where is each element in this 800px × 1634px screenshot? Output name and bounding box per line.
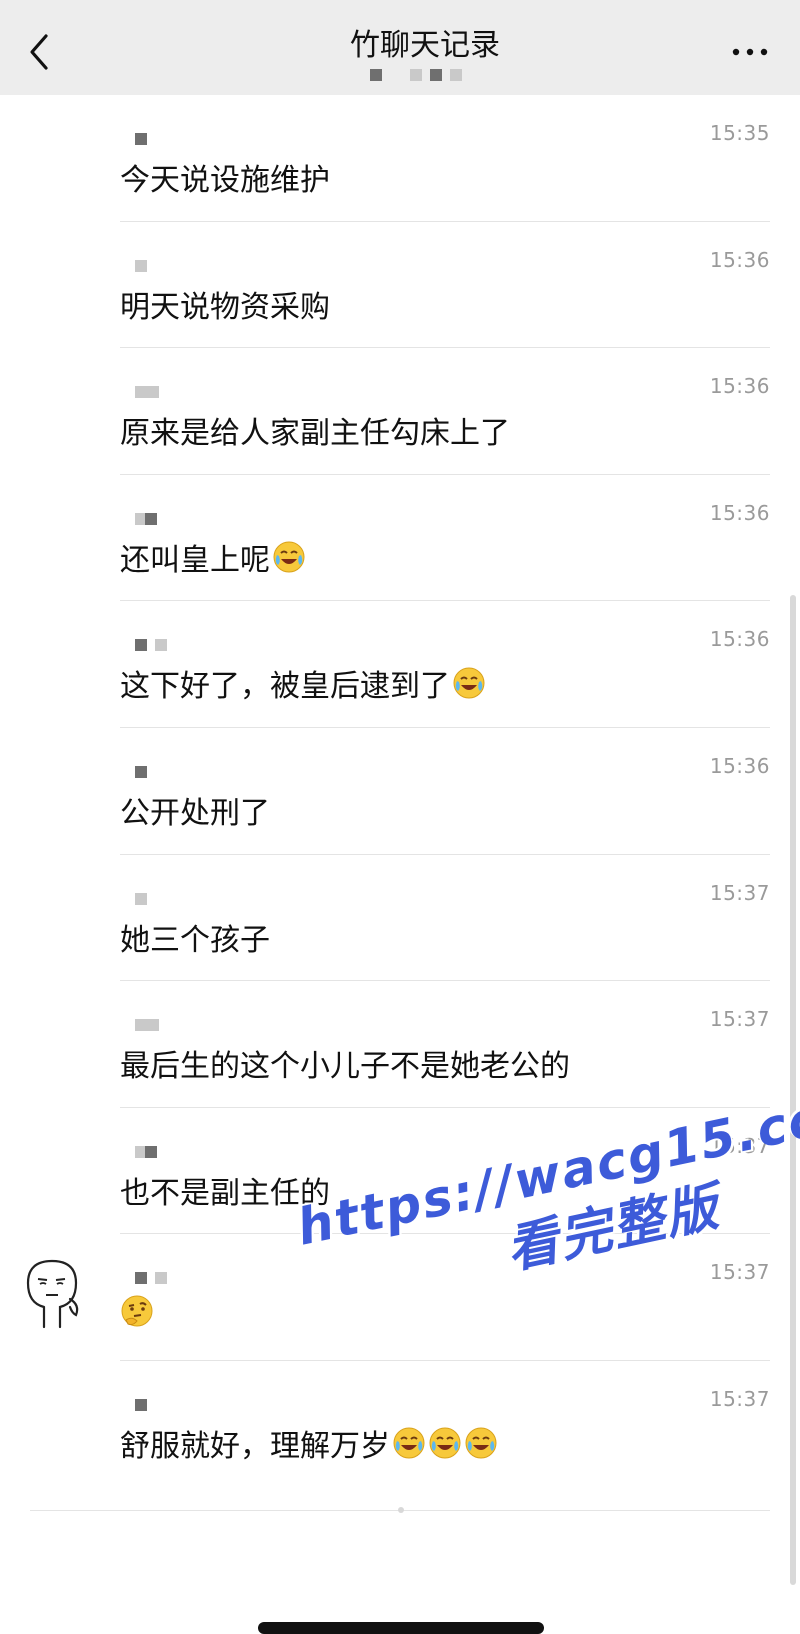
chat-message[interactable]: 15:36 公开处刑了 (0, 728, 800, 855)
laugh-cry-emoji-icon (429, 1427, 461, 1459)
home-indicator (258, 1622, 544, 1634)
message-text: 明天说物资采购 (120, 289, 330, 325)
laugh-cry-emoji-icon (393, 1427, 425, 1459)
scroll-end-dot (398, 1507, 404, 1513)
chat-message[interactable]: 15:36 还叫皇上呢 (0, 475, 800, 602)
sender-name-redacted (135, 386, 159, 399)
page-subtitle-redacted (370, 68, 462, 82)
chat-message[interactable]: 15:36 原来是给人家副主任勾床上了 (0, 348, 800, 475)
message-text: 她三个孩子 (120, 922, 270, 958)
message-time: 15:37 (709, 1386, 770, 1411)
message-time: 15:37 (709, 1260, 770, 1285)
avatar[interactable] (14, 1253, 92, 1331)
message-time: 15:36 (709, 753, 770, 778)
message-text: 舒服就好，理解万岁 (120, 1421, 498, 1465)
message-text (120, 1294, 154, 1328)
chevron-left-icon[interactable] (22, 30, 56, 74)
thinking-emoji-icon (121, 1295, 153, 1327)
sender-name-redacted (135, 259, 147, 272)
sender-name-redacted (135, 639, 167, 652)
sender-name-redacted (135, 892, 147, 905)
message-text: 原来是给人家副主任勾床上了 (120, 416, 510, 452)
message-text: 最后生的这个小儿子不是她老公的 (120, 1049, 570, 1085)
sender-name-redacted (135, 512, 157, 525)
sender-name-redacted (135, 1145, 157, 1158)
laugh-cry-emoji-icon (273, 541, 305, 573)
message-text: 还叫皇上呢 (120, 535, 306, 579)
message-time: 15:36 (709, 627, 770, 652)
more-dots-icon[interactable] (728, 38, 772, 66)
chat-message[interactable]: 15:37 最后生的这个小儿子不是她老公的 (0, 981, 800, 1108)
sender-name-redacted (135, 133, 147, 145)
message-text: 今天说设施维护 (120, 163, 330, 198)
nav-bar: 竹聊天记录 (0, 0, 800, 95)
chat-message[interactable]: 15:37 舒服就好，理解万岁 (0, 1361, 800, 1488)
laugh-cry-emoji-icon (453, 667, 485, 699)
sender-name-redacted (135, 1019, 159, 1032)
message-time: 15:37 (709, 880, 770, 905)
message-text: 这下好了，被皇后逮到了 (120, 661, 486, 705)
message-time: 15:36 (709, 247, 770, 272)
sender-name-redacted (135, 765, 147, 778)
message-time: 15:35 (709, 121, 770, 145)
message-text: 公开处刑了 (120, 795, 270, 831)
chat-message[interactable]: 15:37 她三个孩子 (0, 855, 800, 982)
laugh-cry-emoji-icon (465, 1427, 497, 1459)
scrollbar[interactable] (790, 595, 796, 1585)
chat-message[interactable]: 15:36 这下好了，被皇后逮到了 (0, 601, 800, 728)
page-title: 竹聊天记录 (350, 28, 500, 63)
chat-message[interactable]: 15:35 今天说设施维护 (0, 95, 800, 222)
message-time: 15:36 (709, 500, 770, 525)
sender-name-redacted (135, 1272, 167, 1285)
message-time: 15:36 (709, 374, 770, 399)
message-time: 15:37 (709, 1007, 770, 1032)
sender-name-redacted (135, 1398, 147, 1411)
chat-message[interactable]: 15:36 明天说物资采购 (0, 222, 800, 349)
